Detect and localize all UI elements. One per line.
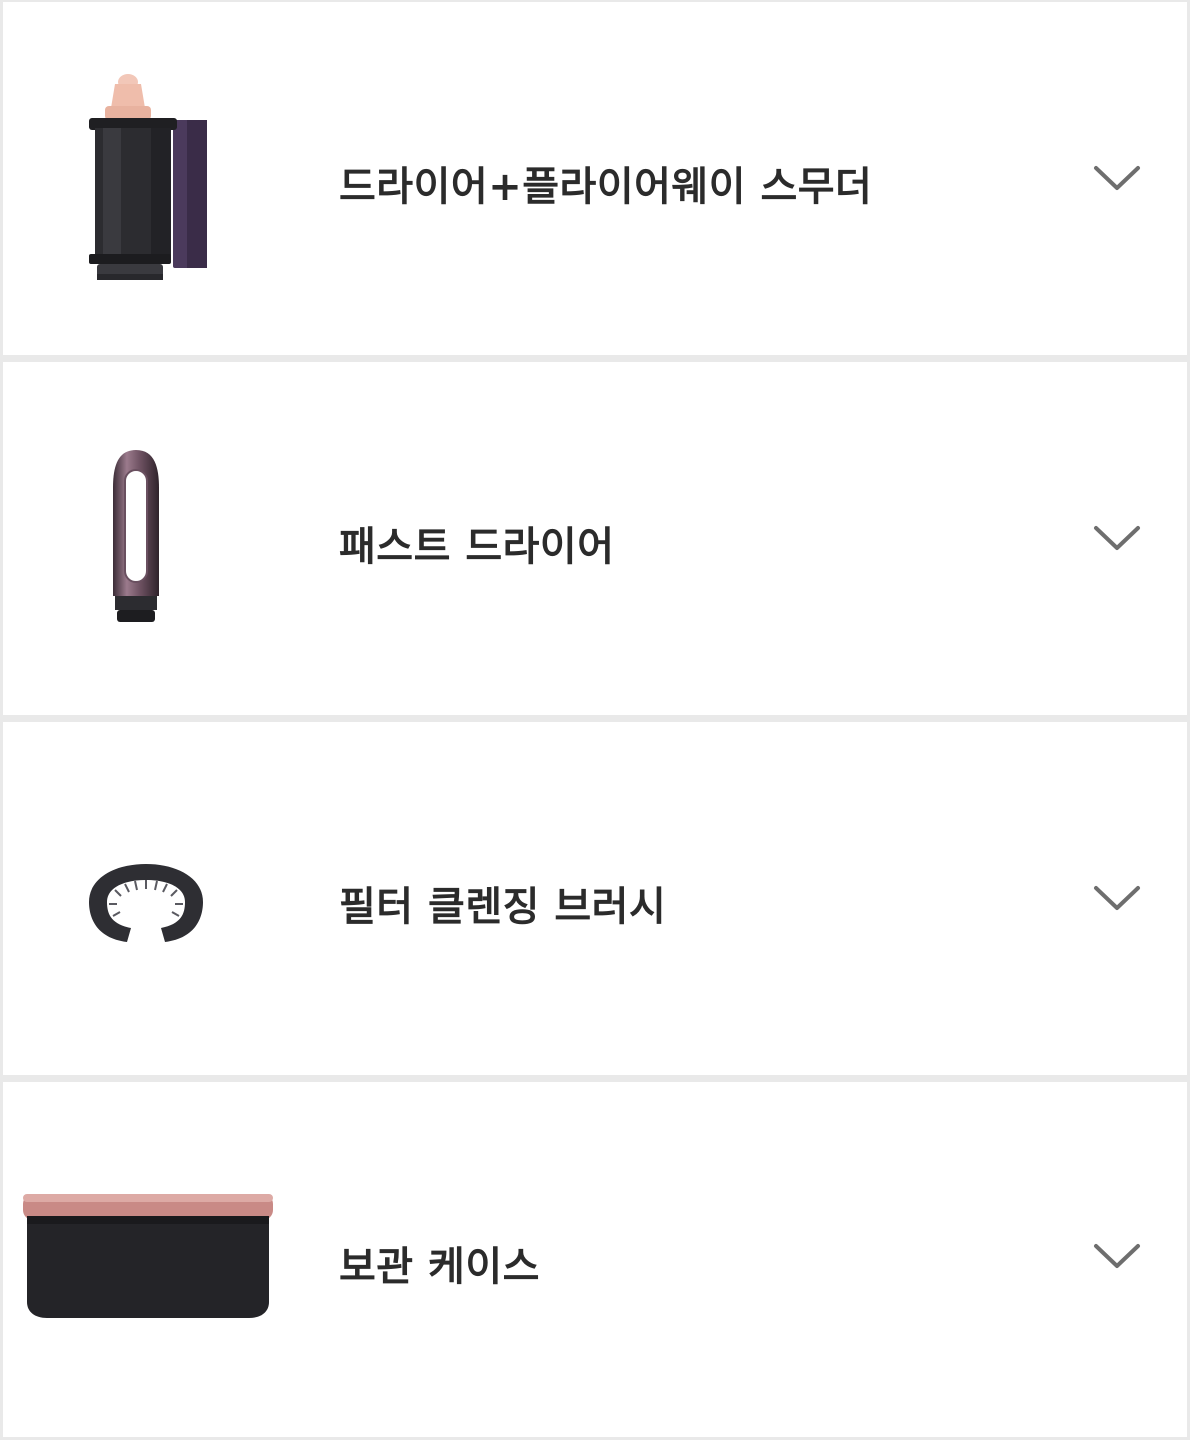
accessory-label: 패스트 드라이어: [339, 524, 615, 570]
chevron-down-icon[interactable]: [1093, 1240, 1141, 1272]
accessory-item-storage-case[interactable]: 보관 케이스: [3, 1082, 1187, 1437]
accessory-item-fast-dryer[interactable]: 패스트 드라이어: [3, 362, 1187, 715]
fast-dryer-attachment-icon: [111, 448, 161, 628]
accessory-list: 드라이어+플라이어웨이 스무더 패스트 드라이어 필터 클렌징 브러시 보관 케…: [0, 0, 1190, 1440]
flyaway-smoother-attachment-icon: [83, 72, 213, 284]
accessory-item-filter-brush[interactable]: 필터 클렌징 브러시: [3, 722, 1187, 1075]
chevron-down-icon[interactable]: [1093, 522, 1141, 554]
accessory-label: 필터 클렌징 브러시: [339, 884, 667, 930]
accessory-item-flyaway-smoother[interactable]: 드라이어+플라이어웨이 스무더: [3, 2, 1187, 355]
filter-cleaning-brush-icon: [85, 860, 207, 948]
chevron-down-icon[interactable]: [1093, 882, 1141, 914]
accessory-label: 보관 케이스: [339, 1244, 540, 1290]
accessory-label: 드라이어+플라이어웨이 스무더: [339, 164, 873, 210]
storage-case-icon: [21, 1190, 275, 1320]
chevron-down-icon[interactable]: [1093, 162, 1141, 194]
